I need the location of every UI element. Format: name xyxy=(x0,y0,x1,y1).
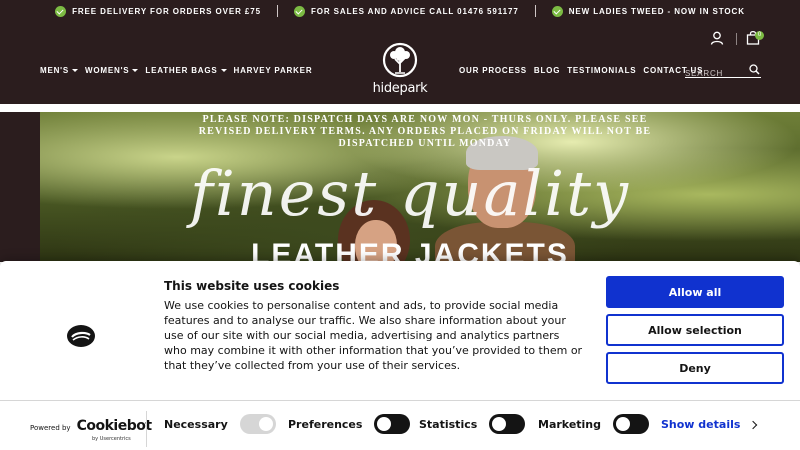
deny-button[interactable]: Deny xyxy=(606,352,784,384)
nav-blog[interactable]: BLOG xyxy=(534,66,560,75)
promo-item-delivery: FREE DELIVERY FOR ORDERS OVER £75 xyxy=(39,5,277,17)
main-nav-left: MEN'S WOMEN'S LEATHER BAGS HARVEY PARKER xyxy=(40,66,312,75)
allow-selection-button[interactable]: Allow selection xyxy=(606,314,784,346)
nav-harvey-parker[interactable]: HARVEY PARKER xyxy=(234,66,313,75)
nav-leather-bags[interactable]: LEATHER BAGS xyxy=(145,66,227,75)
preferences-switch[interactable] xyxy=(374,414,411,434)
promo-bar: FREE DELIVERY FOR ORDERS OVER £75 FOR SA… xyxy=(0,0,800,22)
check-circle-icon xyxy=(551,5,563,17)
cookie-consent-banner: This website uses cookies We use cookies… xyxy=(0,261,800,450)
promo-item-tweed[interactable]: NEW LADIES TWEED - NOW IN STOCK xyxy=(536,5,761,17)
promo-text: NEW LADIES TWEED - NOW IN STOCK xyxy=(568,6,745,16)
brand-divider xyxy=(146,411,147,447)
site-logo[interactable]: hidepark xyxy=(368,42,432,100)
header-divider xyxy=(736,33,737,45)
cookie-divider xyxy=(0,400,800,401)
toggle-label: Marketing xyxy=(538,417,602,431)
nav-label: WOMEN'S xyxy=(85,66,130,75)
nav-label: LEATHER BAGS xyxy=(145,66,218,75)
promo-text: FREE DELIVERY FOR ORDERS OVER £75 xyxy=(72,6,261,16)
cookiebot-sub: by Usercentrics xyxy=(92,436,131,442)
caret-down-icon xyxy=(132,69,139,72)
toggle-statistics: Statistics xyxy=(419,414,526,434)
cookiebot-branding[interactable]: Powered by Cookiebot by Usercentrics xyxy=(30,418,152,442)
show-details-link[interactable]: Show details xyxy=(661,418,758,431)
nav-label: MEN'S xyxy=(40,66,70,75)
logo-text: hidepark xyxy=(372,81,428,96)
dispatch-notice: PLEASE NOTE: DISPATCH DAYS ARE NOW MON -… xyxy=(198,114,652,149)
toggle-label: Preferences xyxy=(288,417,363,431)
check-circle-icon xyxy=(293,5,305,17)
tree-logo-icon xyxy=(382,42,418,78)
hero-side-panel xyxy=(0,112,40,262)
nav-womens[interactable]: WOMEN'S xyxy=(85,66,139,75)
nav-our-process[interactable]: OUR PROCESS xyxy=(459,66,527,75)
toggle-marketing: Marketing xyxy=(538,414,650,434)
main-nav-right: OUR PROCESS BLOG TESTIMONIALS CONTACT US xyxy=(459,66,703,75)
show-details-label: Show details xyxy=(661,418,741,431)
chevron-right-icon xyxy=(749,420,758,429)
search-box xyxy=(685,63,761,80)
cookiebot-logo-icon xyxy=(67,325,95,347)
search-icon[interactable] xyxy=(749,64,760,75)
promo-item-phone: FOR SALES AND ADVICE CALL 01476 591177 xyxy=(278,5,535,17)
toggle-necessary: Necessary xyxy=(164,414,276,434)
cookie-title: This website uses cookies xyxy=(164,279,340,293)
toggle-label: Necessary xyxy=(164,417,228,431)
allow-all-button[interactable]: Allow all xyxy=(606,276,784,308)
toggle-preferences: Preferences xyxy=(288,414,411,434)
search-input[interactable] xyxy=(685,67,745,80)
statistics-switch[interactable] xyxy=(489,414,526,434)
account-icon[interactable] xyxy=(710,31,724,45)
promo-text: FOR SALES AND ADVICE CALL 01476 591177 xyxy=(310,6,519,16)
cart-count-badge: 0 xyxy=(755,31,764,40)
check-circle-icon xyxy=(55,5,67,17)
cookiebot-wordmark: Cookiebot xyxy=(76,418,152,434)
caret-down-icon xyxy=(220,69,227,72)
caret-down-icon xyxy=(72,69,79,72)
nav-testimonials[interactable]: TESTIMONIALS xyxy=(567,66,636,75)
site-header: MEN'S WOMEN'S LEATHER BAGS HARVEY PARKER… xyxy=(0,22,800,104)
nav-mens[interactable]: MEN'S xyxy=(40,66,79,75)
nav-label: HARVEY PARKER xyxy=(233,66,313,75)
marketing-switch[interactable] xyxy=(613,414,650,434)
powered-by-label: Powered by xyxy=(30,424,71,432)
cookie-description: We use cookies to personalise content an… xyxy=(164,299,583,372)
hero-banner[interactable]: PLEASE NOTE: DISPATCH DAYS ARE NOW MON -… xyxy=(40,112,800,262)
hero-bold-title: LEATHER JACKETS xyxy=(251,238,569,262)
hero-script-title: finest quality xyxy=(190,157,631,230)
necessary-switch xyxy=(239,414,276,434)
toggle-label: Statistics xyxy=(419,417,478,431)
